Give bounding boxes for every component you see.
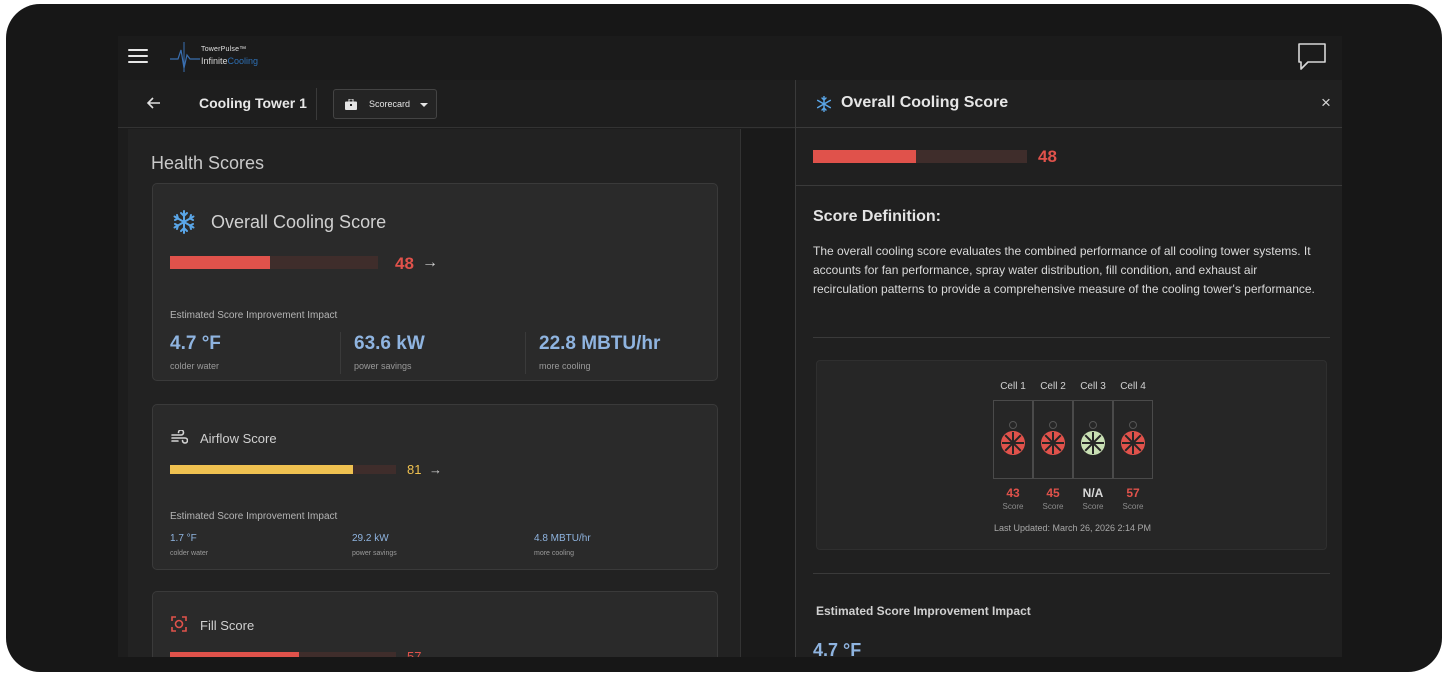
brand-name: TowerPulse™ <box>201 46 247 53</box>
view-selector-label: Scorecard <box>369 99 411 109</box>
cell-score: 45 <box>1046 486 1060 500</box>
panel-gutter <box>740 129 795 657</box>
impact-label: Estimated Score Improvement Impact <box>816 604 1031 618</box>
score-detail-panel: Overall Cooling Score × 48 Score Definit… <box>795 80 1342 657</box>
metric-label: power savings <box>354 361 412 371</box>
tower-cell[interactable] <box>993 400 1033 479</box>
cell-label: Cell 2 <box>1040 381 1066 392</box>
metric-label: power savings <box>352 550 397 557</box>
score-bar <box>170 256 378 269</box>
fill-target-icon <box>171 616 187 632</box>
metric-value: 4.7 °F <box>170 333 221 354</box>
metric-divider <box>525 332 526 374</box>
overall-cooling-card[interactable]: Overall Cooling Score 48 → Estimated Sco… <box>152 183 718 381</box>
impact-label: Estimated Score Improvement Impact <box>170 511 338 522</box>
detail-title: Overall Cooling Score <box>841 94 1009 111</box>
divider <box>813 573 1330 574</box>
cell-indicator <box>1009 421 1017 429</box>
card-title: Airflow Score <box>200 431 277 446</box>
score-bar <box>813 150 1027 163</box>
tower-cell[interactable] <box>1113 400 1153 479</box>
header-divider <box>316 88 317 120</box>
fan-icon <box>1121 431 1145 455</box>
score-value: 48 <box>1038 147 1057 166</box>
metric-value: 22.8 MBTU/hr <box>539 333 661 354</box>
last-updated: Last Updated: March 26, 2026 2:14 PM <box>993 523 1152 533</box>
app-logo[interactable]: TowerPulse™ InfiniteCooling <box>170 40 266 74</box>
cell-score: 57 <box>1126 486 1140 500</box>
cell-score: N/A <box>1082 486 1104 500</box>
view-selector-dropdown[interactable]: Scorecard <box>333 89 437 119</box>
card-title: Fill Score <box>200 618 255 633</box>
score-value: 57 <box>407 649 422 657</box>
impact-label: Estimated Score Improvement Impact <box>170 310 338 321</box>
cell-label: Cell 1 <box>1000 381 1026 392</box>
divider <box>813 337 1330 338</box>
app-screen: TowerPulse™ InfiniteCooling Cooling Towe… <box>118 36 1342 657</box>
fan-icon <box>1041 431 1065 455</box>
detail-score-row: 48 <box>796 128 1342 186</box>
close-icon[interactable]: × <box>1321 93 1331 113</box>
fan-icon <box>1001 431 1025 455</box>
arrow-right-icon[interactable]: → <box>429 462 442 477</box>
score-bar-fill <box>170 652 299 657</box>
metric-divider <box>340 332 341 374</box>
cell-score: 43 <box>1006 486 1020 500</box>
snowflake-icon <box>816 96 832 112</box>
score-bar-fill <box>170 465 354 474</box>
metric-label: more cooling <box>539 361 591 371</box>
metric-value: 1.7 °F <box>170 533 197 544</box>
score-bar-fill <box>813 150 916 163</box>
cell-label: Cell 4 <box>1120 381 1146 392</box>
tower-cell[interactable] <box>1073 400 1113 479</box>
tower-header: Cooling Tower 1 Scorecard <box>118 80 795 128</box>
metric-label: colder water <box>170 361 220 371</box>
arrow-right-icon[interactable]: → <box>429 649 442 657</box>
detail-header: Overall Cooling Score × <box>796 80 1342 128</box>
health-scores-panel: Health Scores Overall Cooling Score 48 → <box>128 129 740 657</box>
score-value: 48 <box>395 254 414 273</box>
metric-value: 29.2 kW <box>352 533 389 544</box>
cell-score-label: Score <box>1122 502 1144 511</box>
metric-value: 63.6 kW <box>354 333 425 354</box>
cell-score-label: Score <box>1082 502 1104 511</box>
metric-value: 4.8 MBTU/hr <box>534 533 591 544</box>
chat-icon[interactable] <box>1296 41 1328 73</box>
metric-value: 4.7 °F <box>813 640 862 657</box>
chevron-down-icon <box>420 103 428 107</box>
wind-icon <box>171 430 188 444</box>
tower-cell[interactable] <box>1033 400 1073 479</box>
metric-label: colder water <box>170 550 209 557</box>
cell-indicator <box>1049 421 1057 429</box>
cell-indicator <box>1129 421 1137 429</box>
cell-score-label: Score <box>1002 502 1024 511</box>
fill-score-card[interactable]: Fill Score 57 → <box>152 591 718 657</box>
metric-label: more cooling <box>534 550 575 557</box>
cell-score-label: Score <box>1042 502 1064 511</box>
card-title: Overall Cooling Score <box>211 212 387 232</box>
top-bar: TowerPulse™ InfiniteCooling <box>118 36 1342 80</box>
device-frame: TowerPulse™ InfiniteCooling Cooling Towe… <box>6 4 1442 672</box>
menu-icon[interactable] <box>128 49 148 65</box>
briefcase-icon <box>345 99 357 110</box>
score-value: 81 <box>407 462 422 477</box>
cell-indicator <box>1089 421 1097 429</box>
definition-title: Score Definition: <box>813 208 942 225</box>
pulse-logo-icon <box>170 42 200 72</box>
cell-status-map: Cell 1 43 Score Cell 2 45 Score Cell 3 N/A Sc… <box>816 360 1327 550</box>
tower-title: Cooling Tower 1 <box>199 95 307 111</box>
definition-text: The overall cooling score evaluates the … <box>813 244 1315 296</box>
product-name: InfiniteCooling <box>201 56 259 66</box>
score-bar-fill <box>170 256 270 269</box>
back-arrow-icon[interactable] <box>146 95 164 113</box>
fan-icon <box>1081 431 1105 455</box>
score-bar <box>170 465 396 474</box>
cell-label: Cell 3 <box>1080 381 1106 392</box>
score-bar <box>170 652 396 657</box>
airflow-score-card[interactable]: Airflow Score 81 → Estimated Score Impro… <box>152 404 718 570</box>
snowflake-icon <box>173 210 195 234</box>
section-title: Health Scores <box>151 153 265 173</box>
arrow-right-icon[interactable]: → <box>422 254 438 272</box>
